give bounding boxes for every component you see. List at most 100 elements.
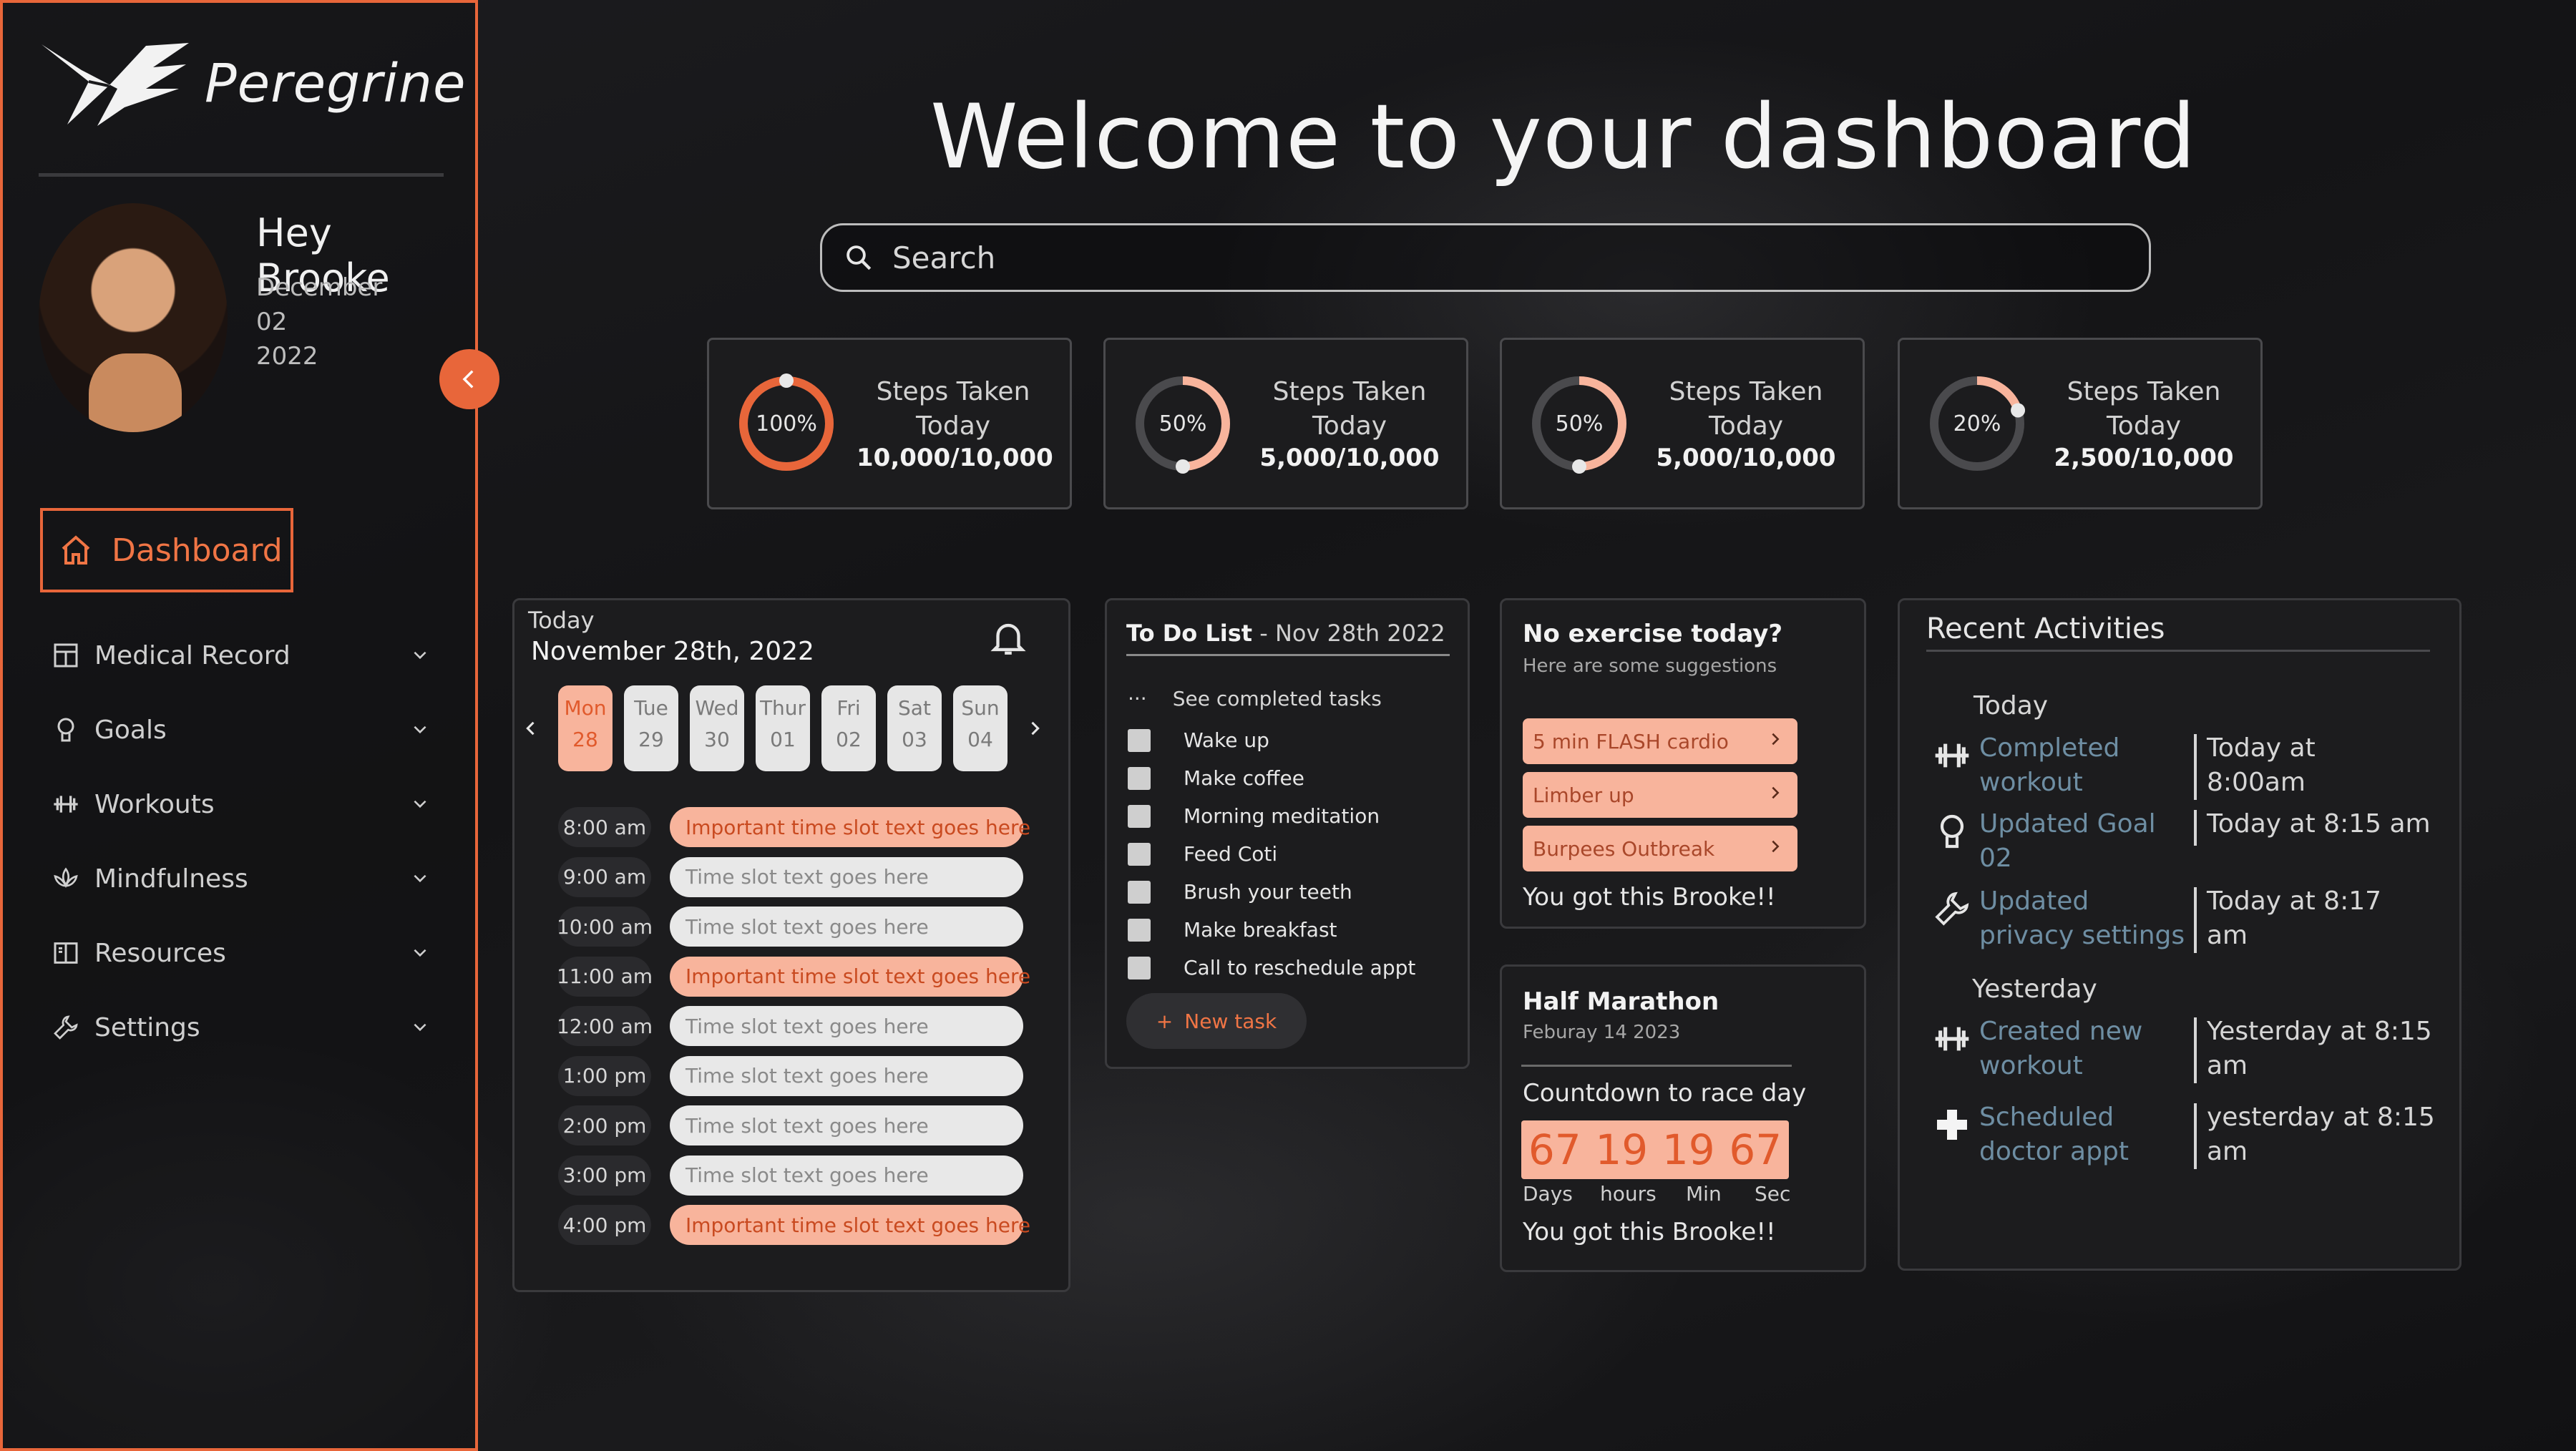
steps-card: 20% Steps Taken Today 2,500/10,000 [1898,338,2263,509]
user-date-day: 02 [256,308,288,336]
chevron-left-icon [462,370,474,389]
steps-label: Steps Taken Today [1669,377,1823,441]
time-slot[interactable]: Time slot text goes here [670,1155,1023,1196]
day-name: Sat [898,696,931,720]
day-selector-wed[interactable]: Wed 30 [690,685,744,771]
todo-checkbox[interactable] [1128,880,1151,904]
activity-link[interactable]: Updated Goal 02 [1979,807,2156,876]
time-slot[interactable]: Time slot text goes here [670,1006,1023,1046]
todo-item[interactable]: Call to reschedule appt [1128,956,1415,979]
search-bar[interactable] [820,223,2151,292]
prev-week-button[interactable] [521,715,541,744]
todo-date: - Nov 28th 2022 [1252,620,1445,647]
todo-item[interactable]: Make breakfast [1128,918,1337,942]
sidebar-item-workouts[interactable]: Workouts [50,783,429,826]
activity-link[interactable]: Updated privacy settings [1979,884,2185,953]
day-selector-fri[interactable]: Fri 02 [821,685,876,771]
time-label: 4:00 pm [558,1205,651,1245]
day-selector-mon[interactable]: Mon 28 [558,685,613,771]
chevron-left-icon [526,721,535,736]
time-slot[interactable]: Time slot text goes here [670,856,1023,897]
time-slot[interactable]: Time slot text goes here [670,907,1023,947]
sidebar-item-label: Workouts [94,789,215,819]
chevron-down-icon [411,790,429,819]
suggestion-button[interactable]: 5 min FLASH cardio [1523,718,1797,764]
time-slot[interactable]: Important time slot text goes here [670,1205,1030,1245]
day-name: Sun [961,696,1000,720]
chevron-right-icon [1767,783,1783,807]
day-selector-tue[interactable]: Tue 29 [624,685,678,771]
todo-item[interactable]: Brush your teeth [1128,880,1352,904]
collapse-sidebar-button[interactable] [439,349,499,409]
progress-percent: 20% [1953,411,2001,436]
page-title: Welcome to your dashboard [930,86,2197,189]
new-task-button[interactable]: + New task [1126,993,1307,1049]
time-slot[interactable]: Time slot text goes here [670,1055,1023,1096]
todo-checkbox[interactable] [1128,956,1151,979]
suggestion-button[interactable]: Limber up [1523,772,1797,818]
activity-time-line2: am [2207,921,2248,950]
activities-yesterday-label: Yesterday [1972,974,2097,1004]
time-slot[interactable]: Important time slot text goes here [670,807,1030,847]
countdown-timer: 67 19 19 67 [1521,1120,1789,1179]
activity-link[interactable]: Scheduled doctor appt [1979,1100,2129,1169]
activity-link[interactable]: Created new workout [1979,1015,2142,1083]
todo-item[interactable]: Morning meditation [1128,804,1380,828]
progress-percent: 50% [1555,411,1604,436]
activity-link[interactable]: Completed workout [1979,731,2119,800]
notification-bell-icon[interactable] [987,617,1029,661]
time-slot[interactable]: Important time slot text goes here [670,956,1030,997]
day-selector-thur[interactable]: Thur 01 [756,685,810,771]
schedule-date: November 28th, 2022 [531,637,814,666]
sidebar-item-goals[interactable]: Goals [50,708,429,751]
day-number: 04 [967,728,993,751]
activities-divider [1926,650,2430,652]
activity-time: Today at 8:17 am [2207,884,2381,953]
search-input[interactable] [892,240,2037,275]
activity-time-line2: am [2207,1137,2248,1166]
steps-text: Steps Taken Today 10,000/10,000 [857,375,1053,472]
countdown-minutes: 19 [1662,1125,1715,1174]
todo-label: Wake up [1184,728,1269,752]
countdown-label: Countdown to race day [1523,1079,1807,1108]
sidebar-item-settings[interactable]: Settings [50,1006,429,1049]
next-week-button[interactable] [1025,715,1045,744]
day-selector-sat[interactable]: Sat 03 [887,685,942,771]
wrench-icon [50,1012,82,1043]
steps-text: Steps Taken Today 5,000/10,000 [1649,375,1843,472]
dashboard-button[interactable]: Dashboard [40,508,293,592]
time-label: 10:00 am [557,907,653,947]
todo-checkbox[interactable] [1128,918,1151,942]
activity-separator [2194,1017,2197,1083]
progress-ring: 20% [1926,372,2029,475]
sidebar-item-label: Goals [94,715,167,745]
todo-item[interactable]: Make coffee [1128,766,1304,790]
activity-time-line1: Yesterday at 8:15 [2207,1017,2432,1046]
sidebar-item-mindfulness[interactable]: Mindfulness [50,857,429,900]
activity-separator [2194,734,2197,800]
peregrine-logo-icon [42,43,189,126]
suggestion-label: Limber up [1533,783,1634,807]
activity-time-line1: yesterday at 8:15 [2207,1103,2435,1132]
todo-item[interactable]: Feed Coti [1128,842,1277,866]
suggestion-button[interactable]: Burpees Outbreak [1523,826,1797,871]
day-number: 02 [836,728,862,751]
todo-checkbox[interactable] [1128,804,1151,828]
sidebar-item-resources[interactable]: Resources [50,932,429,974]
activity-line1: Updated [1979,886,2089,916]
brand-name: Peregrine [205,53,467,114]
time-label: 1:00 pm [558,1055,651,1096]
progress-ring: 50% [1528,372,1631,475]
todo-checkbox[interactable] [1128,728,1151,752]
todo-checkbox[interactable] [1128,842,1151,866]
suggestions-title: No exercise today? [1523,620,1783,648]
steps-label: Steps Taken Today [876,377,1030,441]
sidebar-item-label: Medical Record [94,640,291,670]
day-number: 29 [638,728,664,751]
day-selector-sun[interactable]: Sun 04 [953,685,1008,771]
todo-checkbox[interactable] [1128,766,1151,790]
time-slot[interactable]: Time slot text goes here [670,1105,1023,1145]
sidebar-item-medical-record[interactable]: Medical Record [50,634,429,677]
see-completed-tasks-link[interactable]: ··· See completed tasks [1128,687,1382,710]
todo-item[interactable]: Wake up [1128,728,1269,752]
